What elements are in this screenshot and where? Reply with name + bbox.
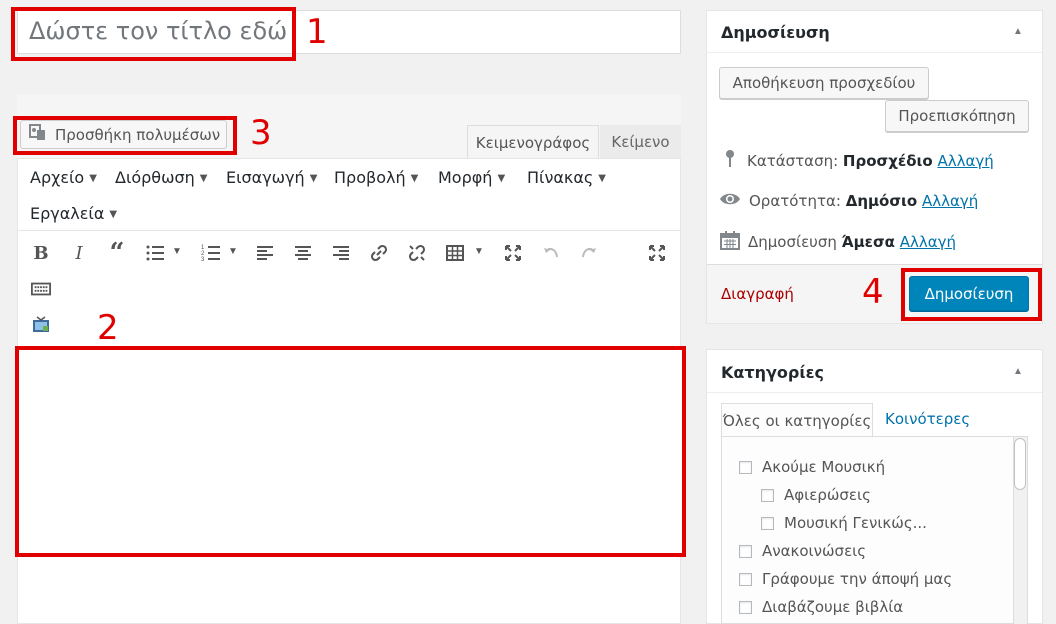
annotation-number-3: 3 bbox=[250, 113, 272, 153]
editor-content-area[interactable] bbox=[19, 350, 682, 553]
tab-all-categories[interactable]: Όλες οι κατηγορίες bbox=[721, 403, 873, 437]
annotation-number-4: 4 bbox=[862, 272, 884, 312]
chevron-down-icon[interactable]: ▼ bbox=[228, 246, 238, 257]
schedule-row: Δημοσίευση Άμεσα Αλλαγή bbox=[720, 230, 956, 254]
menu-format[interactable]: Μορφή ▼ bbox=[438, 168, 505, 187]
status-value: Προσχέδιο bbox=[842, 152, 933, 170]
menu-view[interactable]: Προβολή ▼ bbox=[334, 168, 418, 187]
tab-visual[interactable]: Κειμενογράφος bbox=[467, 125, 599, 159]
annotation-number-2: 2 bbox=[97, 308, 119, 348]
align-right-icon[interactable] bbox=[328, 240, 354, 266]
visibility-row: Ορατότητα: Δημόσιο Αλλαγή bbox=[719, 189, 978, 213]
divider bbox=[707, 392, 1042, 393]
collapse-icon[interactable]: ▲ bbox=[1013, 366, 1023, 377]
checkbox[interactable] bbox=[739, 572, 752, 586]
tab-text[interactable]: Κείμενο bbox=[600, 125, 681, 158]
chevron-down-icon: ▼ bbox=[309, 173, 318, 184]
annotation-box-3 bbox=[13, 116, 237, 155]
chevron-down-icon[interactable]: ▼ bbox=[172, 246, 182, 257]
checkbox[interactable] bbox=[739, 600, 752, 614]
menu-table[interactable]: Πίνακας ▼ bbox=[527, 168, 606, 187]
categories-panel-title: Κατηγορίες bbox=[721, 363, 824, 382]
checkbox[interactable] bbox=[761, 488, 774, 502]
chevron-down-icon[interactable]: ▼ bbox=[474, 246, 484, 257]
menu-file[interactable]: Αρχείο ▼ bbox=[30, 168, 97, 187]
annotation-box-1 bbox=[11, 7, 296, 61]
table-icon[interactable] bbox=[442, 240, 468, 266]
align-center-icon[interactable] bbox=[290, 240, 316, 266]
pin-icon bbox=[721, 149, 739, 173]
delete-link[interactable]: Διαγραφή bbox=[721, 285, 794, 303]
category-item[interactable]: Μουσική Γενικώς... bbox=[761, 514, 927, 532]
chevron-down-icon: ▼ bbox=[598, 173, 606, 184]
category-item[interactable]: Ακούμε Μουσική bbox=[739, 458, 885, 476]
category-item[interactable]: Ανακοινώσεις bbox=[739, 542, 866, 560]
fullscreen-icon[interactable] bbox=[500, 240, 526, 266]
numbered-list-icon[interactable]: 123 bbox=[198, 240, 224, 266]
visibility-edit-link[interactable]: Αλλαγή bbox=[922, 192, 978, 210]
align-left-icon[interactable] bbox=[252, 240, 278, 266]
save-draft-button[interactable]: Αποθήκευση προσχεδίου bbox=[719, 67, 929, 99]
link-icon[interactable] bbox=[366, 240, 392, 266]
category-item[interactable]: Αφιερώσεις bbox=[761, 486, 871, 504]
menu-insert[interactable]: Εισαγωγή ▼ bbox=[226, 168, 317, 187]
preview-button[interactable]: Προεπισκόπηση bbox=[885, 100, 1029, 132]
visibility-value: Δημόσιο bbox=[845, 192, 918, 210]
redo-icon[interactable] bbox=[576, 240, 602, 266]
status-row: Κατάσταση: Προσχέδιο Αλλαγή bbox=[721, 149, 994, 173]
italic-icon[interactable]: I bbox=[66, 240, 92, 266]
menu-edit[interactable]: Διόρθωση ▼ bbox=[115, 168, 207, 187]
chevron-down-icon: ▼ bbox=[199, 173, 208, 184]
schedule-edit-link[interactable]: Αλλαγή bbox=[900, 233, 956, 251]
undo-icon[interactable] bbox=[538, 240, 564, 266]
checkbox[interactable] bbox=[739, 460, 752, 474]
expand-icon[interactable] bbox=[644, 240, 670, 266]
checkbox[interactable] bbox=[739, 544, 752, 558]
scrollbar-thumb[interactable] bbox=[1014, 438, 1026, 490]
status-edit-link[interactable]: Αλλαγή bbox=[937, 152, 993, 170]
blockquote-icon[interactable]: “ bbox=[104, 238, 130, 268]
menu-tools[interactable]: Εργαλεία ▼ bbox=[30, 204, 117, 223]
publish-button[interactable]: Δημοσίευση bbox=[909, 276, 1029, 311]
category-item[interactable]: Διαβάζουμε βιβλία bbox=[739, 598, 903, 616]
calendar-icon bbox=[720, 230, 740, 254]
publish-panel-title: Δημοσίευση bbox=[721, 23, 830, 42]
chevron-down-icon: ▼ bbox=[109, 209, 118, 220]
chevron-down-icon: ▼ bbox=[497, 173, 506, 184]
bullet-list-icon[interactable] bbox=[142, 240, 168, 266]
collapse-icon[interactable]: ▲ bbox=[1013, 26, 1023, 37]
keyboard-icon[interactable] bbox=[28, 276, 54, 302]
chevron-down-icon: ▼ bbox=[410, 173, 419, 184]
bold-icon[interactable]: B bbox=[28, 240, 54, 266]
chevron-down-icon: ▼ bbox=[89, 173, 97, 184]
category-item[interactable]: Γράφουμε την άποψή μας bbox=[739, 570, 952, 588]
eye-icon bbox=[719, 189, 741, 213]
divider bbox=[707, 52, 1042, 53]
unlink-icon[interactable] bbox=[404, 240, 430, 266]
tab-popular-categories[interactable]: Κοινότερες bbox=[885, 410, 970, 428]
checkbox[interactable] bbox=[761, 516, 774, 530]
schedule-value: Άμεσα bbox=[841, 233, 895, 251]
svg-text:3: 3 bbox=[201, 257, 205, 263]
annotation-number-1: 1 bbox=[306, 12, 328, 52]
video-icon[interactable] bbox=[28, 312, 54, 338]
